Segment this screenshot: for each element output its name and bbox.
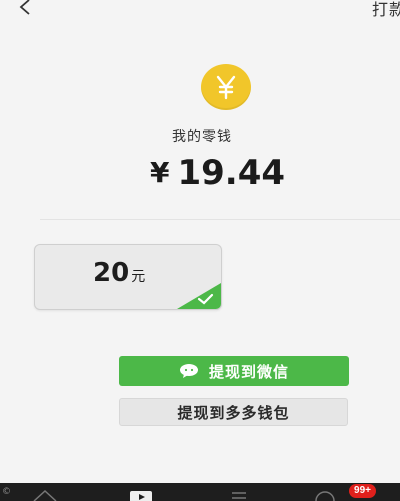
balance-amount: ¥19.44 [150, 153, 285, 193]
selected-check-icon [177, 283, 221, 309]
option-unit: 元 [131, 269, 146, 285]
tab-list[interactable] [224, 483, 254, 501]
yen-coin-icon [201, 64, 251, 110]
wechat-icon [179, 363, 203, 379]
back-button[interactable] [14, 0, 36, 16]
tab-video[interactable] [126, 483, 156, 501]
withdraw-to-wechat-button[interactable]: 提现到微信 [119, 356, 349, 386]
chat-icon [315, 491, 335, 501]
header-right-action[interactable]: 打款 [372, 0, 400, 20]
tab-home[interactable] [30, 483, 60, 501]
balance-value: 19.44 [177, 153, 286, 193]
tab-messages[interactable] [310, 483, 340, 501]
home-icon [33, 489, 57, 501]
video-icon [130, 491, 152, 501]
balance-label: 我的零钱 [172, 129, 232, 145]
list-icon [232, 492, 246, 499]
currency-symbol: ¥ [150, 156, 170, 189]
withdraw-option-20[interactable]: 20 元 [34, 244, 222, 310]
option-amount: 20 元 [93, 258, 145, 288]
divider [40, 219, 400, 220]
wallet-button-label: 提现到多多钱包 [177, 403, 290, 422]
notification-badge: 99+ [349, 484, 376, 498]
chevron-left-icon [19, 0, 30, 15]
withdraw-to-wallet-button[interactable]: 提现到多多钱包 [119, 398, 348, 426]
copyright-icon: © [2, 487, 11, 497]
bottom-tab-bar [0, 483, 400, 501]
wechat-button-label: 提现到微信 [208, 362, 289, 381]
option-value: 20 [93, 258, 130, 288]
